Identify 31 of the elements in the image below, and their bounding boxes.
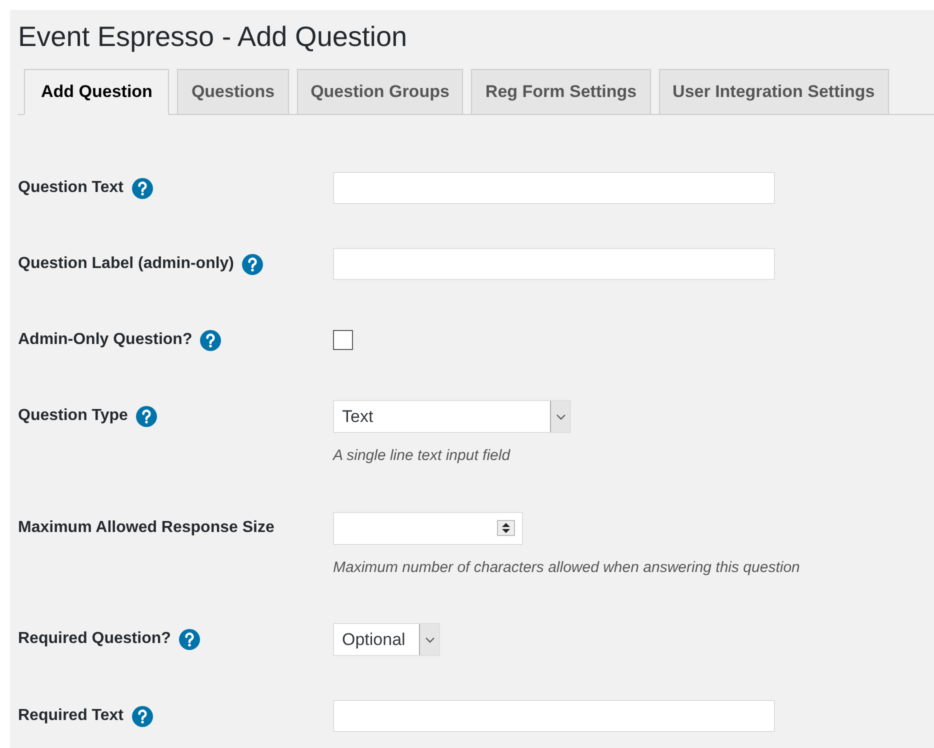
number-field[interactable] xyxy=(333,512,523,544)
tab[interactable]: Question Groups xyxy=(296,69,464,114)
field-label: Question Text xyxy=(18,178,124,198)
tab[interactable]: Add Question xyxy=(24,69,170,115)
select-dropdown[interactable]: Text xyxy=(333,400,571,433)
spinner-icon[interactable] xyxy=(497,520,515,536)
field-label: Maximum Allowed Response Size xyxy=(18,518,274,538)
help-icon[interactable] xyxy=(242,254,264,274)
help-icon[interactable] xyxy=(132,178,152,198)
help-icon[interactable] xyxy=(200,330,222,350)
select-dropdown[interactable]: Optional xyxy=(333,623,440,656)
checkbox[interactable] xyxy=(333,330,353,350)
field-label: Required Text xyxy=(18,706,124,726)
text-field[interactable] xyxy=(333,700,775,732)
tab[interactable]: Questions xyxy=(177,69,289,114)
field-description: A single line text input field xyxy=(333,446,512,466)
tab[interactable]: User Integration Settings xyxy=(658,69,889,114)
help-icon[interactable] xyxy=(136,406,157,426)
help-icon[interactable] xyxy=(178,628,200,650)
field-label: Admin-Only Question? xyxy=(18,330,192,350)
caret-icon xyxy=(556,414,566,420)
caret-icon xyxy=(424,636,434,642)
field-label: Question Label (admin-only) xyxy=(18,254,234,274)
field-label: Required Question? xyxy=(18,629,171,649)
field-label: Question Type xyxy=(18,406,128,426)
help-icon[interactable] xyxy=(132,706,152,726)
page-title: Event Espresso - Add Question xyxy=(18,20,408,54)
tab[interactable]: Reg Form Settings xyxy=(471,69,651,114)
field-description: Maximum number of characters allowed when answering this question xyxy=(333,558,800,578)
text-field[interactable] xyxy=(333,172,775,204)
text-field[interactable] xyxy=(333,248,775,280)
